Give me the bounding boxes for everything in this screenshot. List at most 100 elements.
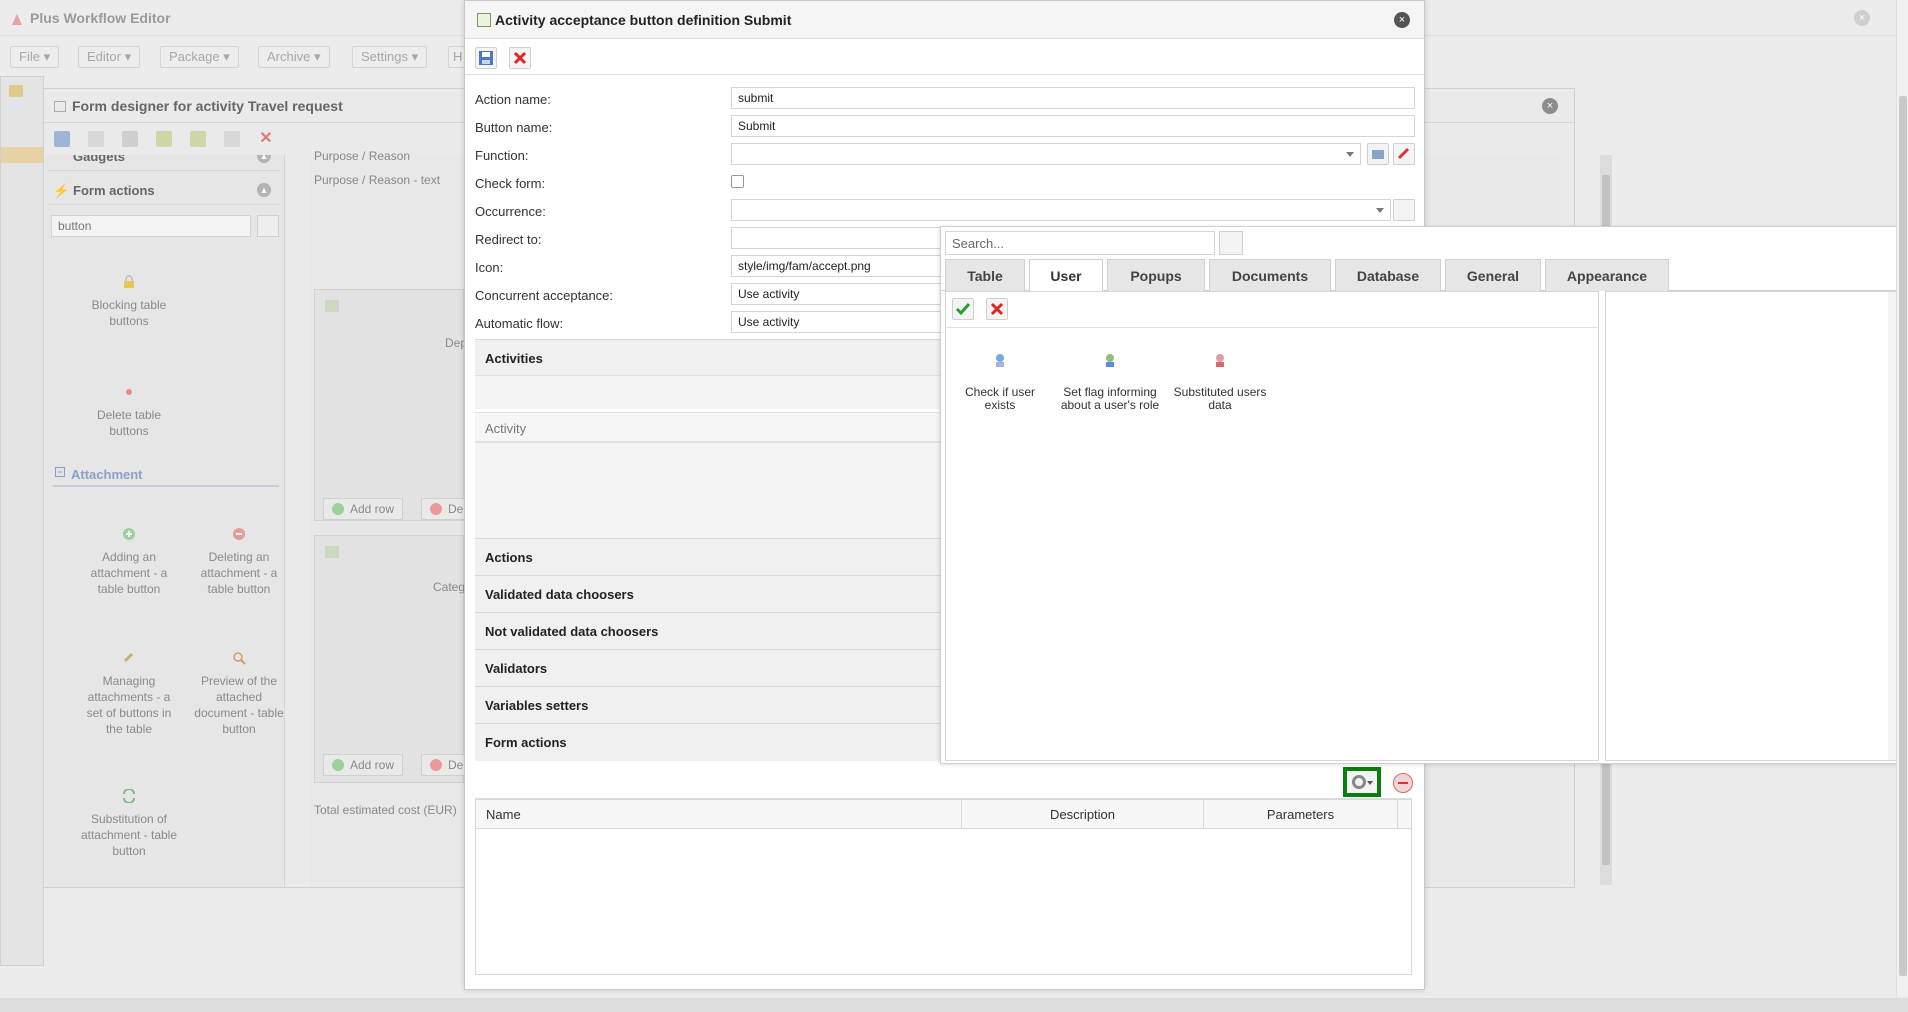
add-action-dropdown-button[interactable] bbox=[1343, 767, 1381, 797]
chooser-toolbar bbox=[946, 292, 1598, 328]
gadget-item[interactable]: Delete table buttons bbox=[79, 385, 179, 439]
tab-table[interactable]: Table bbox=[945, 259, 1025, 291]
gadget-item[interactable]: Preview of the attached document - table… bbox=[189, 651, 284, 737]
app-close-icon[interactable]: × bbox=[1854, 10, 1870, 26]
not-validated-choosers-section[interactable]: Not validated data choosers bbox=[475, 612, 944, 649]
edit-icon[interactable] bbox=[190, 131, 206, 147]
remove-action-button[interactable] bbox=[1393, 773, 1413, 793]
gadget-item[interactable]: Blocking table buttons bbox=[79, 275, 179, 329]
copy-icon[interactable] bbox=[88, 131, 104, 147]
dialog-title: Activity acceptance button definition Su… bbox=[495, 12, 792, 28]
delete-row-button[interactable]: De bbox=[421, 754, 465, 776]
preview-icon[interactable] bbox=[224, 131, 240, 147]
gadget-item[interactable]: Adding an attachment - a table button bbox=[79, 527, 179, 597]
tab-documents[interactable]: Documents bbox=[1209, 259, 1331, 291]
save-icon[interactable] bbox=[54, 131, 70, 147]
function-clear-button[interactable] bbox=[1393, 143, 1415, 165]
eraser-icon bbox=[1397, 147, 1410, 160]
menu-editor[interactable]: Editor ▾ bbox=[78, 46, 141, 68]
add-icon[interactable] bbox=[156, 131, 172, 147]
collapse-icon[interactable]: ▲ bbox=[257, 183, 271, 197]
form-actions-grid-header: Name Description Parameters bbox=[475, 799, 1412, 829]
action-chooser-popup: Search... Table User Popups Documents Da… bbox=[940, 226, 1908, 764]
table-gadget[interactable]: Dep Add row De bbox=[314, 289, 467, 521]
page-scrollbar[interactable] bbox=[1896, 0, 1908, 996]
gadgets-panel: Gadgets ▲ ⚡ Form actions ▲ button Blocki… bbox=[45, 155, 285, 887]
function-lookup-button[interactable] bbox=[1367, 143, 1389, 165]
activities-toolbar bbox=[475, 375, 944, 409]
automatic-flow-select[interactable]: Use activity bbox=[731, 311, 941, 333]
tab-popups[interactable]: Popups bbox=[1107, 259, 1205, 291]
page-scrollbar-thumb[interactable] bbox=[1899, 96, 1907, 976]
validators-section[interactable]: Validators bbox=[475, 649, 944, 686]
function-select[interactable] bbox=[731, 143, 1361, 165]
gadget-item[interactable]: Deleting an attachment - a table button bbox=[189, 527, 284, 597]
column-name[interactable]: Name bbox=[476, 800, 962, 828]
action-name-input[interactable]: submit bbox=[731, 87, 1415, 109]
dialog-close-icon[interactable]: × bbox=[1394, 12, 1410, 28]
save-button[interactable] bbox=[475, 47, 497, 69]
action-name-label: Action name: bbox=[475, 92, 551, 107]
user-icon bbox=[1212, 352, 1228, 368]
chooser-item[interactable]: Check if user exists bbox=[950, 352, 1050, 412]
close-x-icon[interactable]: ✕ bbox=[258, 131, 274, 147]
function-icon bbox=[1372, 150, 1384, 159]
gadget-item[interactable]: Substitution of attachment - table butto… bbox=[79, 788, 179, 859]
table-gadget[interactable]: Categ Add row De bbox=[314, 535, 465, 783]
table-icon bbox=[325, 546, 339, 558]
field-label: Purpose / Reason - text bbox=[314, 173, 441, 187]
form-actions-header[interactable]: ⚡ Form actions ▲ bbox=[49, 175, 279, 205]
variables-setters-section[interactable]: Variables setters bbox=[475, 686, 944, 723]
button-name-input[interactable]: Submit bbox=[731, 115, 1415, 137]
add-row-button[interactable]: Add row bbox=[323, 754, 404, 776]
chevron-down-icon bbox=[1367, 781, 1373, 785]
check-form-label: Check form: bbox=[475, 176, 546, 191]
close-x-icon bbox=[990, 302, 1004, 316]
form-icon bbox=[54, 101, 66, 112]
column-description[interactable]: Description bbox=[962, 800, 1204, 828]
check-form-checkbox[interactable] bbox=[731, 175, 744, 188]
designer-close-icon[interactable]: × bbox=[1542, 98, 1558, 114]
menu-file[interactable]: File ▾ bbox=[10, 46, 60, 68]
concurrent-select[interactable]: Use activity bbox=[731, 283, 941, 305]
form-actions-section[interactable]: Form actions bbox=[475, 723, 944, 761]
occurrence-select[interactable] bbox=[731, 199, 1391, 221]
gadget-search-input[interactable]: button bbox=[51, 215, 251, 237]
menu-archive[interactable]: Archive ▾ bbox=[258, 46, 330, 68]
search-clear-button[interactable] bbox=[257, 215, 279, 237]
accept-button[interactable] bbox=[952, 298, 974, 320]
column-parameters[interactable]: Parameters bbox=[1204, 800, 1398, 828]
app-title: Plus Workflow Editor bbox=[30, 10, 171, 26]
tab-user[interactable]: User bbox=[1029, 259, 1103, 292]
actions-section[interactable]: Actions bbox=[475, 538, 944, 575]
occurrence-label: Occurrence: bbox=[475, 204, 546, 219]
chevron-down-icon bbox=[1346, 152, 1354, 157]
redirect-input[interactable] bbox=[731, 227, 941, 249]
icon-input[interactable]: style/img/fam/accept.png bbox=[731, 255, 941, 277]
horizontal-scrollbar[interactable] bbox=[0, 998, 1908, 1012]
chooser-item[interactable]: Substituted users data bbox=[1170, 352, 1270, 412]
automatic-flow-label: Automatic flow: bbox=[475, 316, 564, 331]
tab-database[interactable]: Database bbox=[1335, 259, 1441, 291]
menu-package[interactable]: Package ▾ bbox=[160, 46, 239, 68]
validated-choosers-section[interactable]: Validated data choosers bbox=[475, 575, 944, 612]
tab-general[interactable]: General bbox=[1445, 259, 1541, 291]
activities-section[interactable]: Activities bbox=[475, 339, 944, 375]
tab-appearance[interactable]: Appearance bbox=[1545, 259, 1669, 291]
cancel-button[interactable] bbox=[986, 298, 1008, 320]
occurrence-clear-button[interactable] bbox=[1393, 199, 1415, 221]
cancel-button[interactable] bbox=[509, 47, 531, 69]
activities-grid bbox=[475, 442, 944, 538]
chooser-search-input[interactable]: Search... bbox=[945, 231, 1215, 255]
chooser-search-clear-button[interactable] bbox=[1219, 231, 1243, 255]
gadget-item[interactable]: Managing attachments - a set of buttons … bbox=[79, 651, 179, 737]
attachment-header[interactable]: − Attachment bbox=[53, 465, 279, 487]
add-row-button[interactable]: Add row bbox=[323, 498, 404, 520]
tree-selected-row[interactable] bbox=[1, 147, 45, 163]
menu-settings[interactable]: Settings ▾ bbox=[352, 46, 428, 68]
chooser-item[interactable]: Set flag informing about a user's role bbox=[1060, 352, 1160, 412]
gadgets-header[interactable]: Gadgets ▲ bbox=[49, 155, 279, 171]
delete-row-button[interactable]: De bbox=[421, 498, 465, 520]
collapse-icon[interactable]: ▲ bbox=[257, 155, 271, 163]
grid-icon[interactable] bbox=[122, 131, 138, 147]
